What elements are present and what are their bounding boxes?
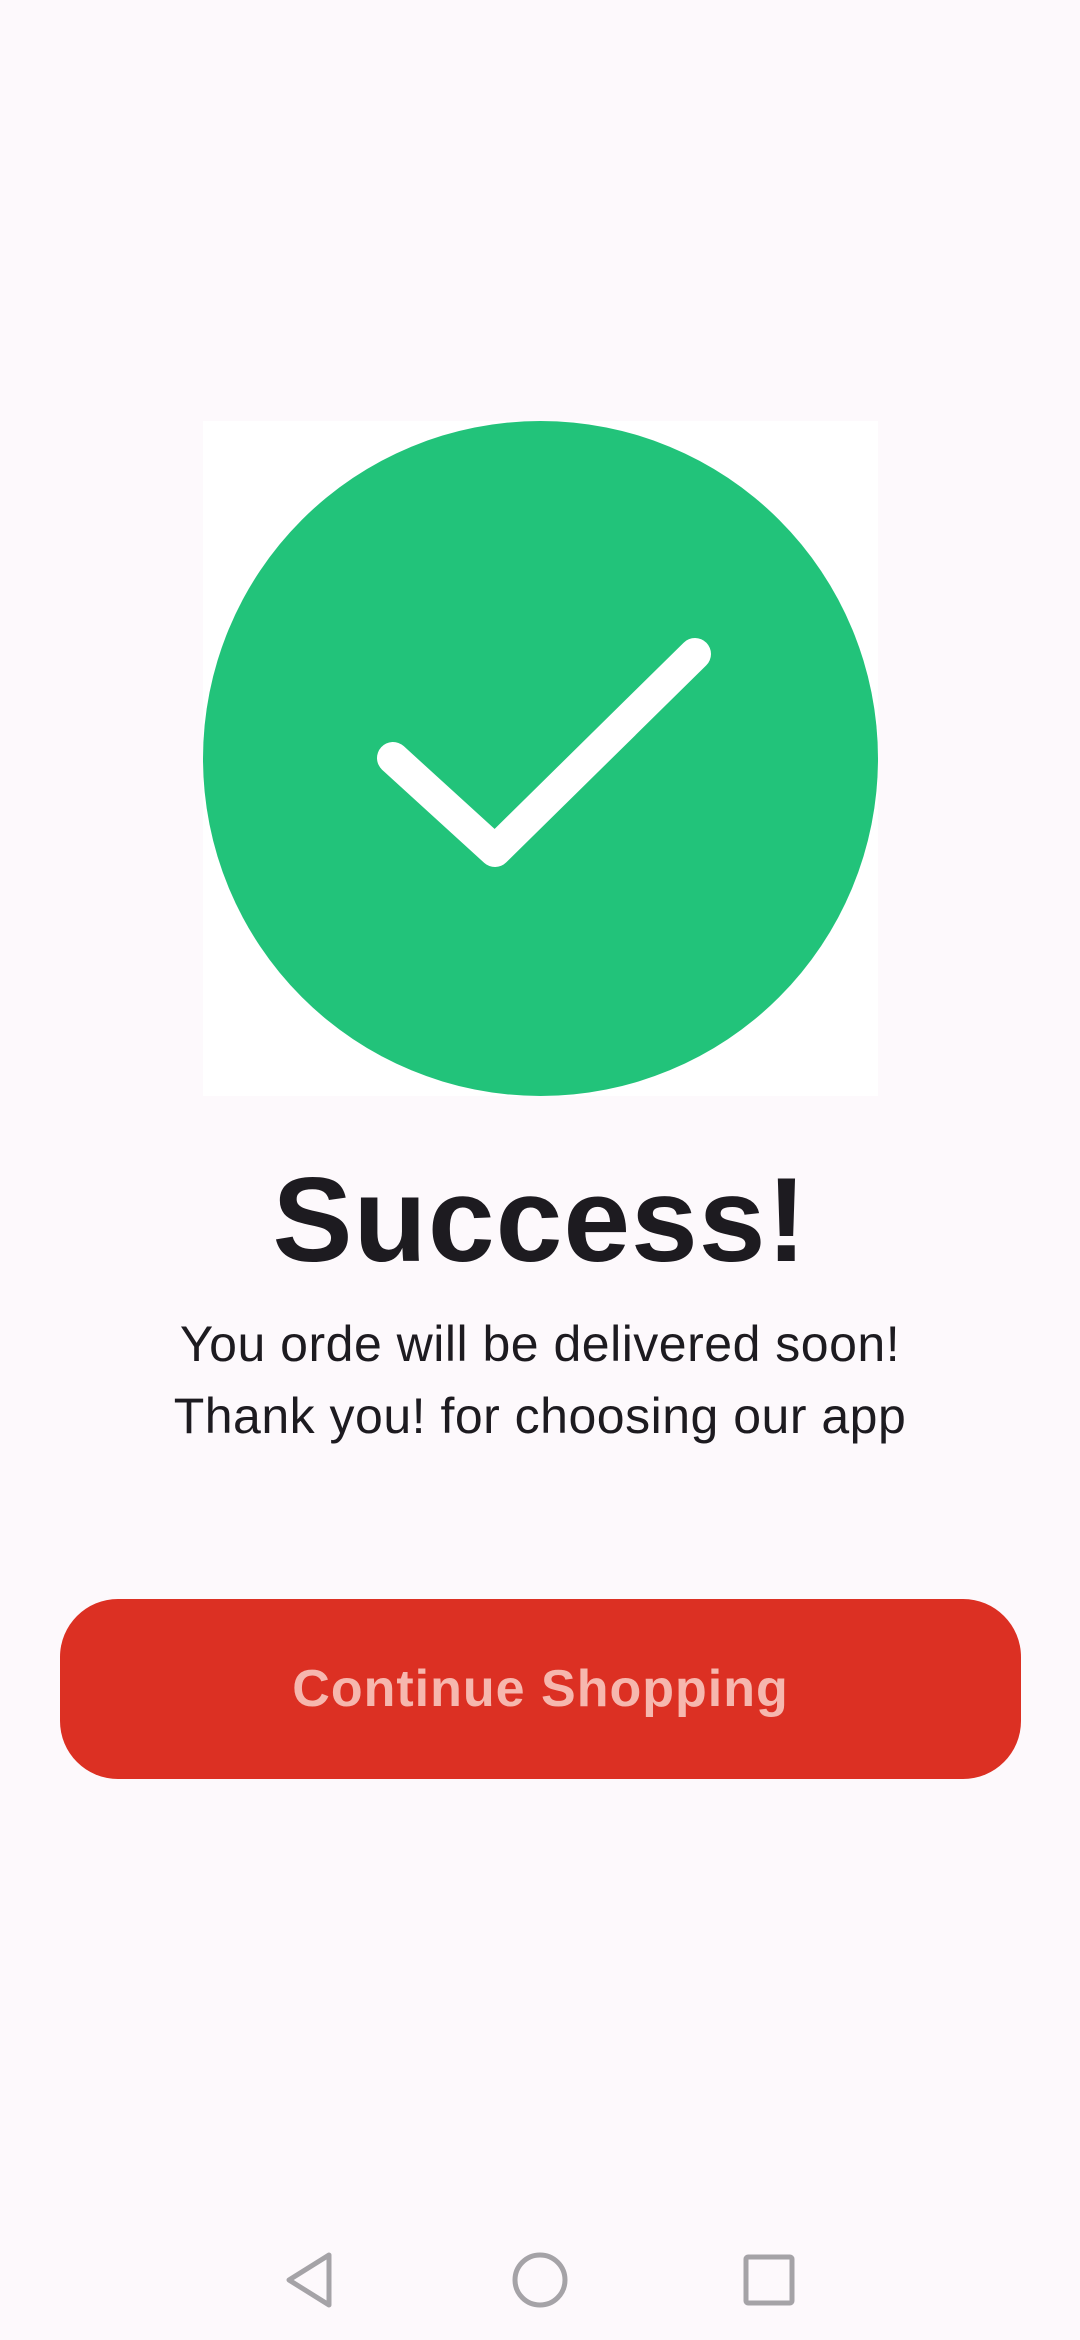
back-triangle-icon <box>286 2252 332 2308</box>
success-message: You orde will be delivered soon! Thank y… <box>0 1308 1080 1452</box>
success-illustration <box>203 421 878 1096</box>
message-line-2: Thank you! for choosing our app <box>173 1388 907 1444</box>
message-line-1: You orde will be delivered soon! <box>179 1316 901 1372</box>
home-circle-icon <box>512 2252 568 2308</box>
system-navigation-bar <box>0 2220 1080 2340</box>
success-title: Success! <box>272 1153 808 1287</box>
nav-recents-button[interactable] <box>709 2220 829 2340</box>
check-circle-icon <box>203 421 878 1096</box>
nav-home-button[interactable] <box>480 2220 600 2340</box>
recents-square-icon <box>743 2254 795 2306</box>
continue-shopping-button[interactable]: Continue Shopping <box>60 1599 1021 1779</box>
nav-back-button[interactable] <box>249 2220 369 2340</box>
